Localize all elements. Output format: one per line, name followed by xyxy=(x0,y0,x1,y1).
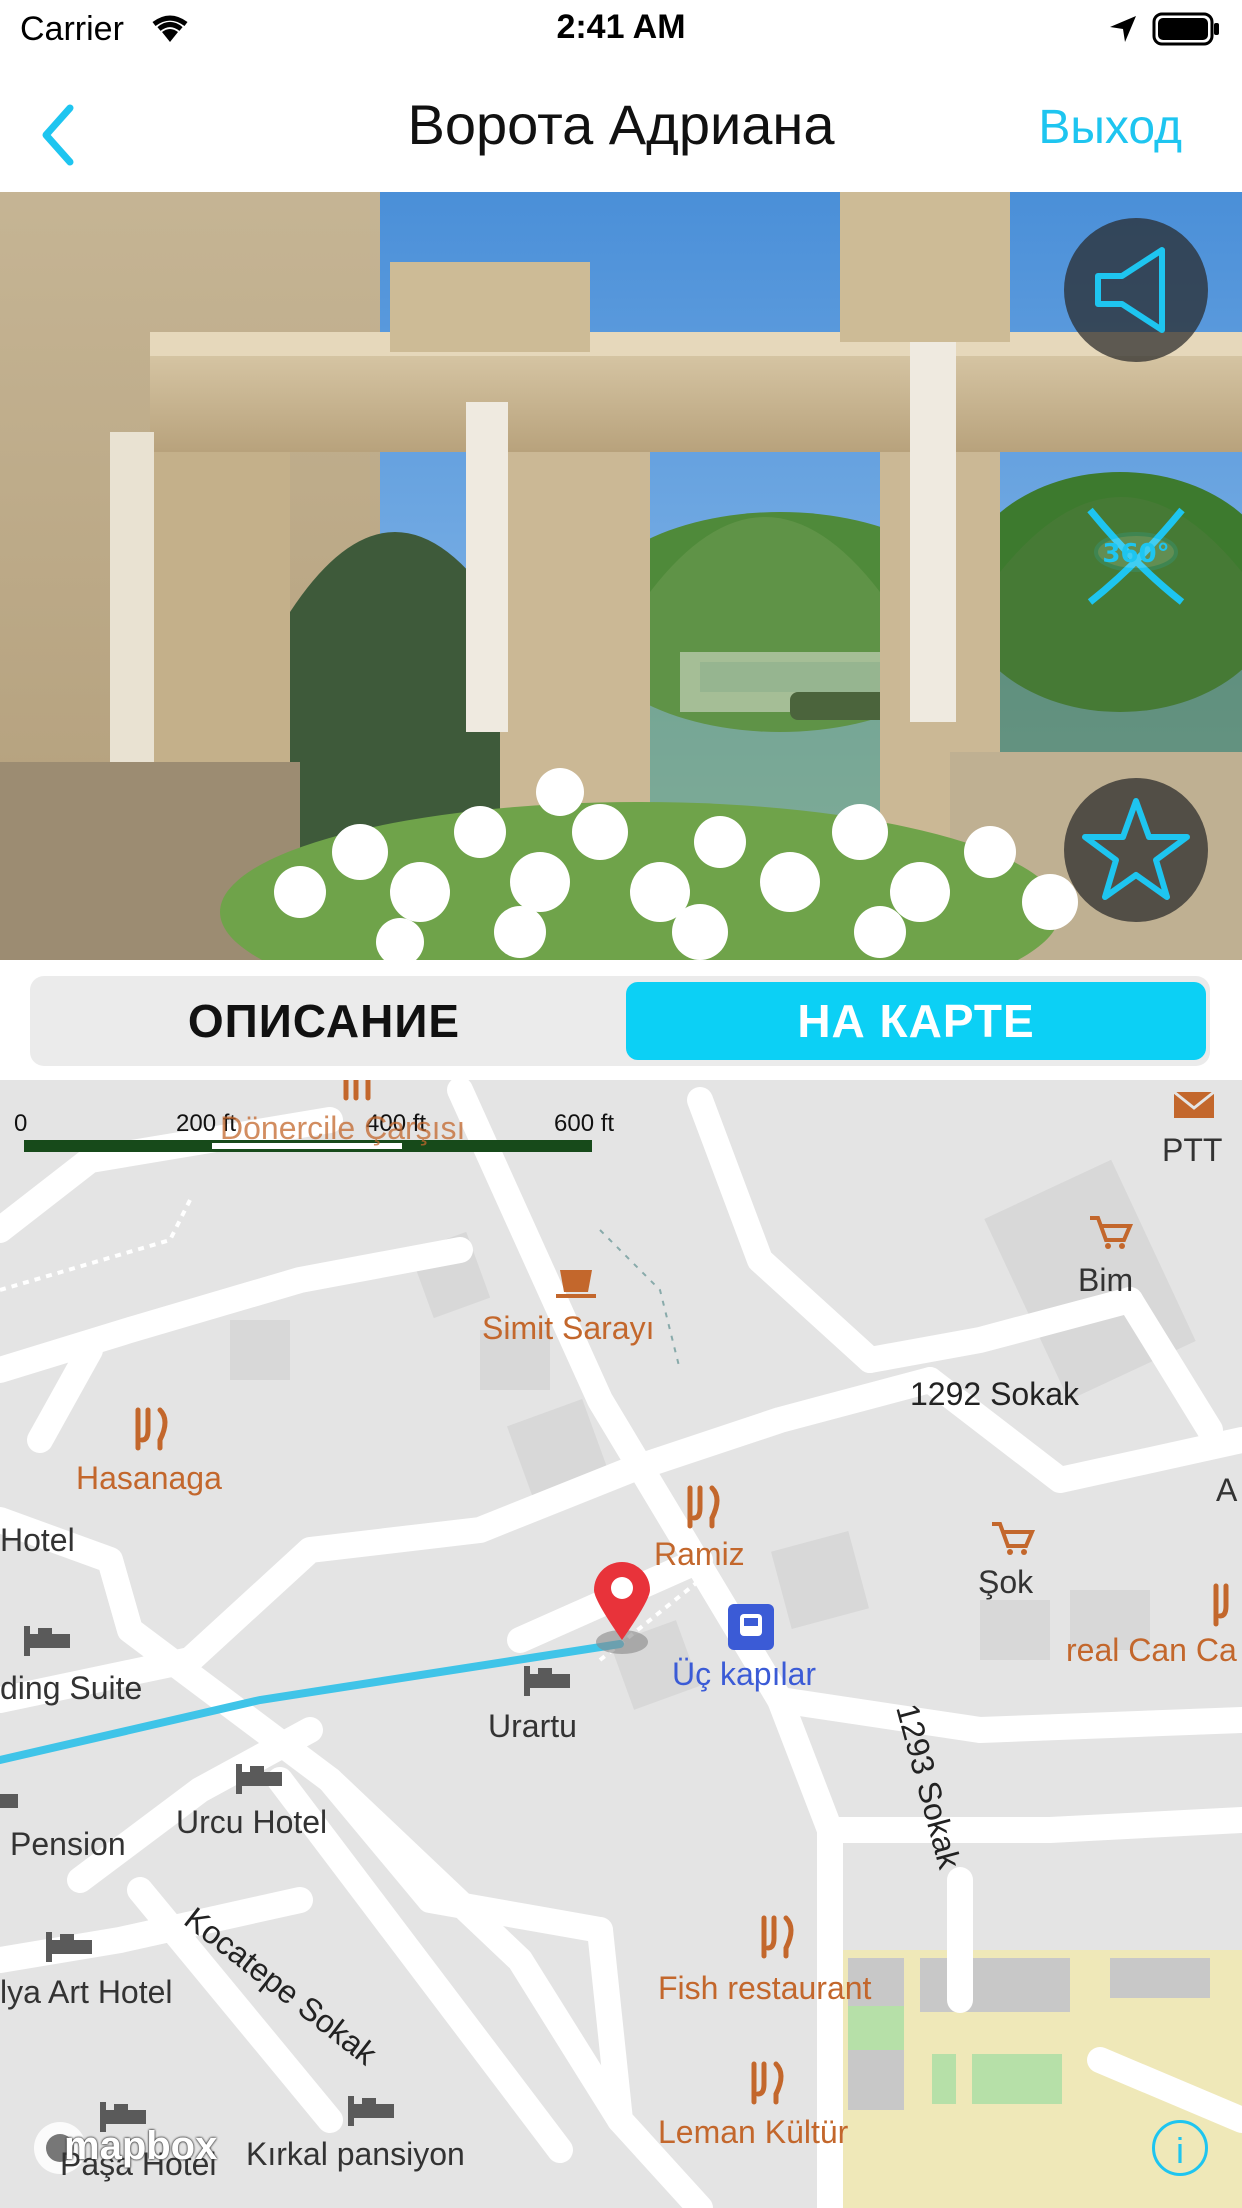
poi-label[interactable]: Hotel xyxy=(0,1522,75,1559)
info-icon: i xyxy=(1176,2130,1184,2171)
status-bar: Carrier 2:41 AM xyxy=(0,0,1242,60)
battery-icon xyxy=(1152,12,1219,46)
poi-label[interactable]: Leman Kültür xyxy=(658,2114,848,2151)
exit-button[interactable]: Выход xyxy=(1038,100,1182,155)
map-view[interactable]: 0 200 ft 400 ft 600 ft Dönercile Çarşısı… xyxy=(0,1080,1242,2208)
scale-label-0: 0 xyxy=(14,1110,28,1137)
360-view-icon: 360° xyxy=(1087,507,1185,605)
poi-label[interactable]: Dönercile Çarşısı xyxy=(220,1110,465,1147)
360-badge-text: 360° xyxy=(1102,539,1169,569)
station-label[interactable]: Üç kapılar xyxy=(672,1656,816,1693)
audio-button[interactable] xyxy=(1064,218,1208,362)
poi-label[interactable]: A xyxy=(1216,1472,1237,1509)
poi-label[interactable]: Pension xyxy=(10,1826,126,1863)
favorite-button[interactable] xyxy=(1064,778,1208,922)
hero-photo: 360° xyxy=(0,192,1242,960)
panorama-360-button[interactable]: 360° xyxy=(1064,484,1208,628)
poi-label[interactable]: Urartu xyxy=(488,1708,577,1745)
poi-label[interactable]: Simit Sarayı xyxy=(482,1310,654,1347)
clock: 2:41 AM xyxy=(556,8,686,46)
poi-label[interactable]: Şok xyxy=(978,1564,1033,1601)
tab-description[interactable]: ОПИСАНИЕ xyxy=(34,982,614,1060)
mapbox-attribution[interactable]: mapbox xyxy=(64,2124,217,2169)
poi-label[interactable]: PTT xyxy=(1162,1132,1222,1169)
poi-label[interactable]: lya Art Hotel xyxy=(0,1974,173,2011)
map-streets xyxy=(0,1080,1242,2208)
tab-on-map[interactable]: НА КАРТЕ xyxy=(626,982,1206,1060)
poi-label[interactable]: Bim xyxy=(1078,1262,1133,1299)
location-arrow-icon xyxy=(1110,16,1136,42)
poi-label[interactable]: Ramiz xyxy=(654,1536,745,1573)
hadrians-gate-illustration xyxy=(0,192,1242,960)
poi-label[interactable]: Fish restaurant xyxy=(658,1970,871,2007)
star-icon xyxy=(1082,798,1190,900)
speaker-icon xyxy=(1095,247,1165,333)
poi-label[interactable]: ding Suite xyxy=(0,1670,142,1707)
street-label-1292: 1292 Sokak xyxy=(910,1376,1080,1412)
info-button[interactable]: i xyxy=(1152,2120,1208,2176)
poi-label[interactable]: Kırkal pansiyon xyxy=(246,2136,465,2173)
poi-label[interactable]: real Can Ca xyxy=(1066,1632,1237,1669)
segmented-control: ОПИСАНИЕ НА КАРТЕ xyxy=(30,976,1210,1066)
poi-label[interactable]: Hasanaga xyxy=(76,1460,222,1497)
scale-label-600: 600 ft xyxy=(554,1110,615,1137)
navigation-bar: Ворота Адриана Выход xyxy=(0,70,1242,190)
poi-label[interactable]: Urcu Hotel xyxy=(176,1804,327,1841)
